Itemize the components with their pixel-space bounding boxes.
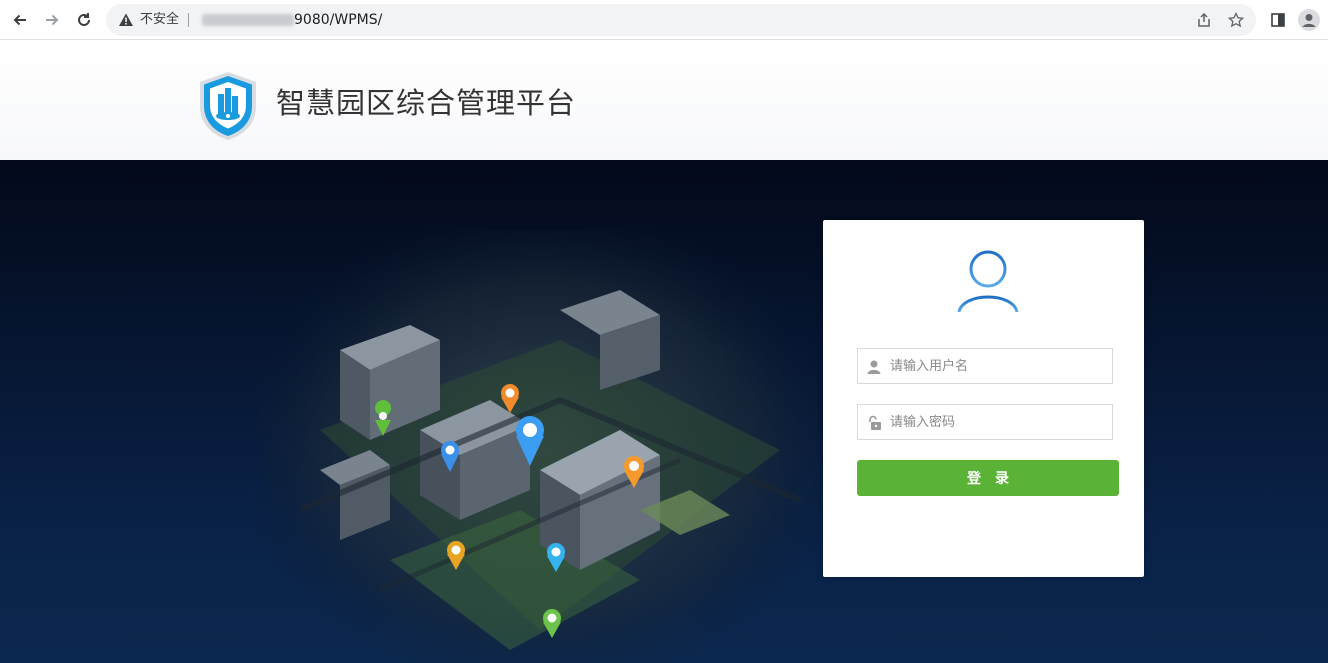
security-label[interactable]: 不安全 <box>140 4 179 36</box>
login-panel: 登录 <box>823 220 1144 577</box>
star-icon[interactable] <box>1226 10 1246 30</box>
sidepanel-icon[interactable] <box>1266 8 1290 32</box>
profile-icon[interactable] <box>1297 8 1321 32</box>
username-input[interactable] <box>890 349 1108 383</box>
page-title: 智慧园区综合管理平台 <box>276 86 577 120</box>
back-icon[interactable] <box>8 8 32 32</box>
separator <box>188 13 189 27</box>
forward-icon[interactable] <box>40 8 64 32</box>
password-input[interactable] <box>890 405 1108 439</box>
lock-icon <box>869 415 881 430</box>
browser-toolbar: 不安全 9080/WPMS/ <box>0 0 1328 40</box>
address-bar[interactable]: 不安全 9080/WPMS/ <box>106 4 1256 36</box>
url-text[interactable]: 9080/WPMS/ <box>294 4 382 36</box>
shield-logo-icon <box>200 72 256 140</box>
url-redacted <box>202 14 294 26</box>
username-field[interactable] <box>857 348 1113 384</box>
password-field[interactable] <box>857 404 1113 440</box>
warning-icon <box>119 13 133 26</box>
user-avatar-icon <box>957 250 1019 313</box>
campus-map-illustration <box>260 230 820 663</box>
reload-icon[interactable] <box>72 8 96 32</box>
share-icon[interactable] <box>1194 10 1214 30</box>
login-button[interactable]: 登录 <box>857 460 1119 496</box>
user-icon <box>867 360 881 374</box>
site-header: 智慧园区综合管理平台 <box>0 40 1328 160</box>
